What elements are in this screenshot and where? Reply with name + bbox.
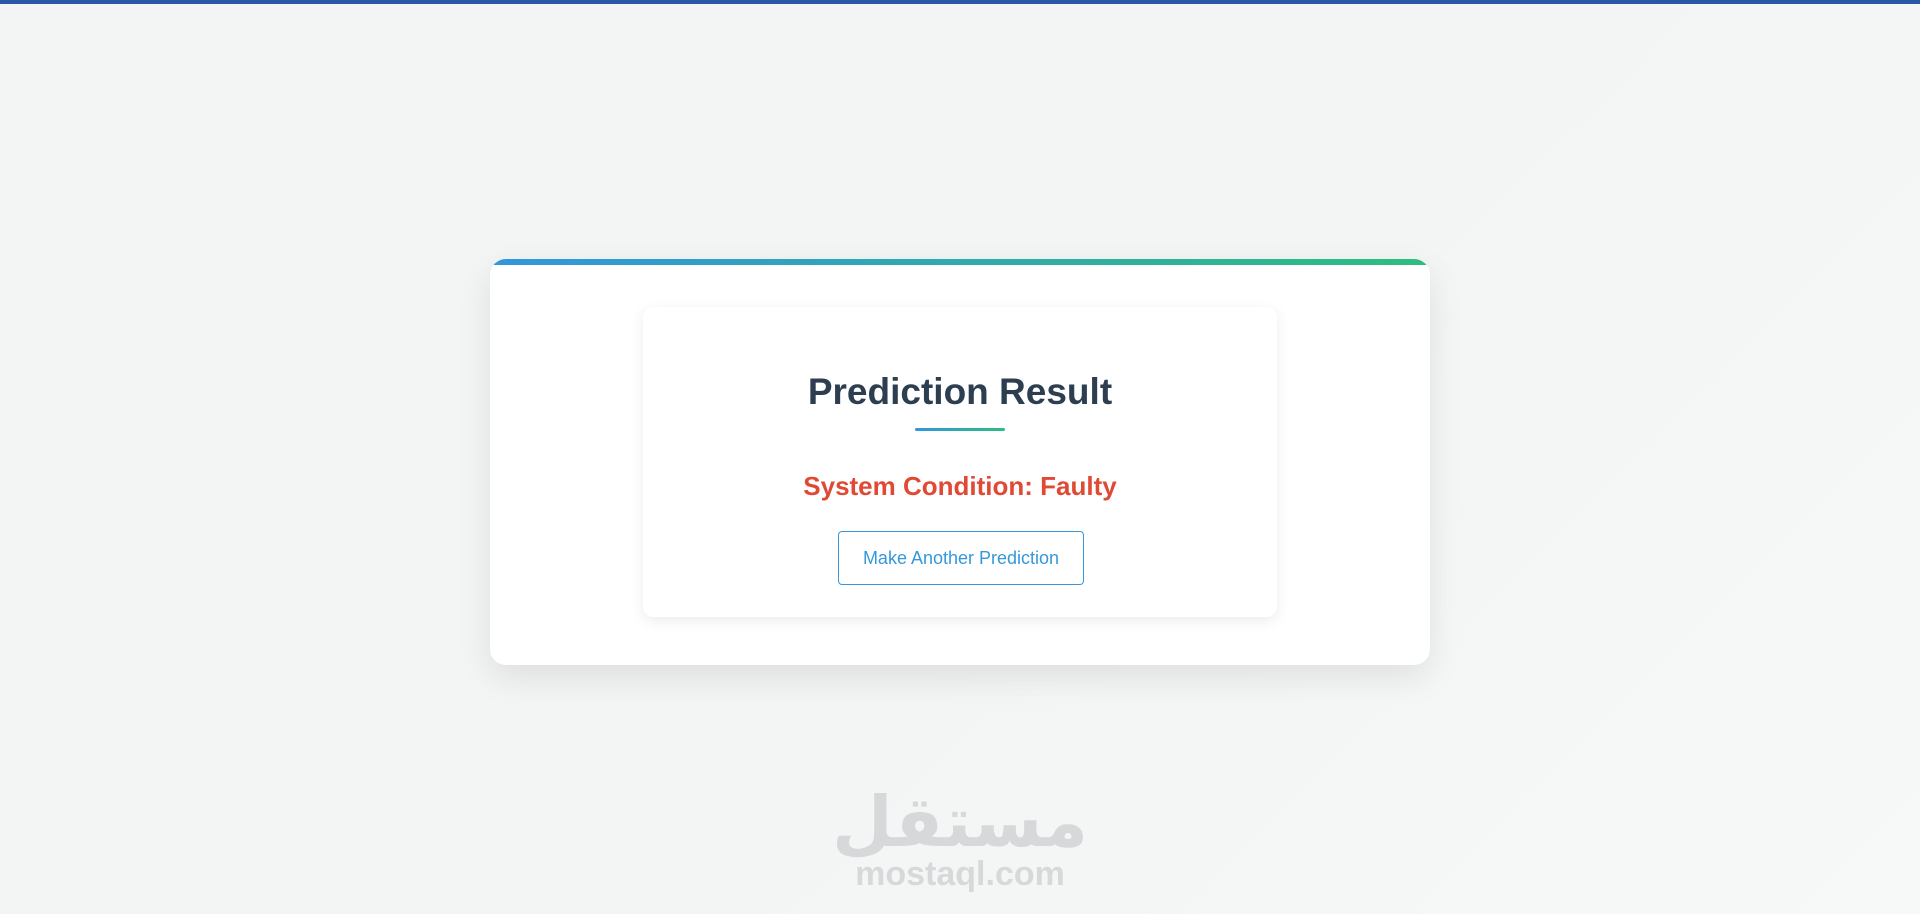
result-container: Prediction Result System Condition: Faul… xyxy=(490,259,1430,665)
prediction-result-text: System Condition: Faulty xyxy=(803,471,1117,501)
watermark-logo: مستقل mostaql.com xyxy=(830,782,1090,902)
accent-strip xyxy=(490,259,1430,265)
watermark-latin-text: mostaql.com xyxy=(855,855,1065,893)
make-another-prediction-button[interactable]: Make Another Prediction xyxy=(838,531,1084,585)
top-bar xyxy=(0,0,1920,4)
result-card: Prediction Result System Condition: Faul… xyxy=(643,307,1277,617)
page-title: Prediction Result xyxy=(807,371,1113,412)
title-underline xyxy=(915,428,1005,431)
watermark-arabic-text: مستقل xyxy=(831,781,1088,863)
